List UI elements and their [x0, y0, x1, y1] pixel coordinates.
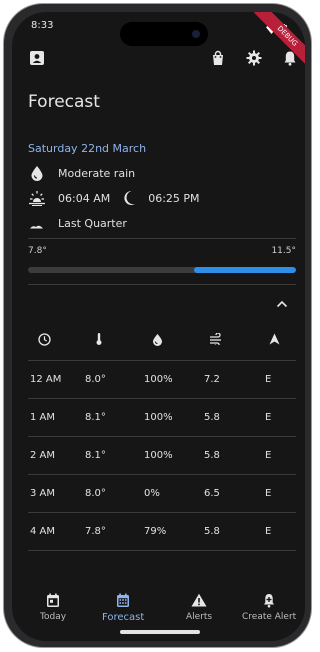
temperature-range-fill	[194, 267, 296, 273]
dynamic-island	[120, 22, 208, 46]
moon-phase-text: Last Quarter	[58, 216, 127, 230]
condition-row: Moderate rain	[28, 164, 135, 182]
cell-time: 2 AM	[30, 450, 56, 461]
cell-precipitation: 100%	[144, 450, 173, 461]
cell-precipitation: 0%	[144, 488, 160, 499]
shopping-bag-icon[interactable]	[208, 48, 228, 68]
nav-label-create-alert: Create Alert	[242, 612, 297, 622]
cell-wind-speed: 5.8	[204, 526, 220, 537]
camera-icon	[192, 30, 200, 38]
nav-label-today: Today	[40, 612, 67, 622]
table-row: 1 AM 8.1° 100% 5.8 E	[28, 399, 296, 437]
sunrise-icon	[28, 189, 46, 207]
cell-wind-direction: E	[265, 488, 272, 499]
bell-plus-icon	[260, 591, 278, 609]
cell-wind-speed: 5.8	[204, 450, 220, 461]
cell-precipitation: 79%	[144, 526, 167, 537]
cell-time: 3 AM	[30, 488, 56, 499]
cell-wind-direction: E	[265, 450, 272, 461]
cell-wind-direction: E	[265, 526, 272, 537]
cell-temperature: 8.1°	[85, 412, 106, 423]
chevron-up-icon	[276, 293, 288, 312]
cell-wind-direction: E	[265, 412, 272, 423]
sun-row: 06:04 AM 06:25 PM	[28, 189, 200, 207]
status-time: 8:33	[31, 20, 54, 31]
summary-divider	[28, 238, 296, 239]
cell-time: 12 AM	[30, 374, 62, 385]
cell-temperature: 8.0°	[85, 488, 106, 499]
drop-icon	[150, 332, 164, 346]
condition-text: Moderate rain	[58, 166, 136, 180]
crescent-moon-icon	[120, 189, 138, 207]
gear-icon[interactable]	[244, 48, 264, 68]
nav-item-forecast[interactable]: Forecast	[102, 591, 144, 623]
forecast-date: Saturday 22nd March	[28, 142, 147, 155]
table-row: 12 AM 8.0° 100% 7.2 E	[28, 361, 296, 399]
temperature-max: 11.5°	[271, 246, 296, 256]
collapse-button[interactable]	[272, 292, 292, 312]
cell-wind-speed: 5.8	[204, 412, 220, 423]
nav-label-alerts: Alerts	[186, 612, 213, 622]
temperature-min: 7.8°	[28, 246, 47, 256]
range-divider	[28, 284, 296, 285]
cell-time: 4 AM	[30, 526, 56, 537]
direction-arrow-icon	[267, 332, 281, 346]
warning-icon	[190, 591, 208, 609]
cell-wind-direction: E	[265, 374, 272, 385]
app-bar	[12, 48, 305, 74]
clock-icon	[37, 332, 51, 346]
drop-icon	[28, 164, 46, 182]
thermometer-icon	[92, 332, 106, 346]
cell-temperature: 8.0°	[85, 374, 106, 385]
cell-precipitation: 100%	[144, 374, 173, 385]
table-row: 3 AM 8.0° 0% 6.5 E	[28, 475, 296, 513]
cell-precipitation: 100%	[144, 412, 173, 423]
sunrise-time: 06:04 AM	[58, 191, 111, 205]
nav-label-forecast: Forecast	[102, 612, 145, 623]
cell-time: 1 AM	[30, 412, 56, 423]
sunset-time: 06:25 PM	[148, 191, 200, 205]
cell-wind-speed: 6.5	[204, 488, 220, 499]
table-row: 4 AM 7.8° 79% 5.8 E	[28, 513, 296, 551]
nav-item-today[interactable]: Today	[40, 591, 66, 622]
cell-wind-speed: 7.2	[204, 374, 220, 385]
bottom-navigation: Today Forecast Alerts Create Alert	[12, 585, 305, 641]
contact-card-icon[interactable]	[27, 48, 47, 68]
home-indicator[interactable]	[120, 630, 200, 634]
wind-icon	[209, 332, 223, 346]
moon-phase-icon	[28, 214, 46, 232]
moon-phase-row: Last Quarter	[28, 214, 127, 232]
table-row: 2 AM 8.1° 100% 5.8 E	[28, 437, 296, 475]
cell-temperature: 8.1°	[85, 450, 106, 461]
page-title: Forecast	[28, 92, 100, 112]
hourly-table: 12 AM 8.0° 100% 7.2 E 1 AM 8.1° 100% 5.8 E 2 AM 8.1…	[28, 318, 296, 551]
bell-icon[interactable]	[280, 48, 300, 68]
nav-item-alerts[interactable]: Alerts	[186, 591, 212, 622]
calendar-day-icon	[44, 591, 62, 609]
status-bar: 8:33 DEBUG	[12, 12, 305, 70]
table-header	[28, 318, 296, 361]
table-body: 12 AM 8.0° 100% 7.2 E 1 AM 8.1° 100% 5.8 E 2 AM 8.1…	[28, 361, 296, 551]
app-screen: 8:33 DEBUG Forecast Saturday 22nd March …	[12, 12, 305, 641]
calendar-grid-icon	[114, 591, 132, 609]
nav-item-create-alert[interactable]: Create Alert	[242, 591, 296, 622]
temperature-range-bar	[28, 267, 296, 273]
cell-temperature: 7.8°	[85, 526, 106, 537]
phone-frame: 8:33 DEBUG Forecast Saturday 22nd March …	[3, 3, 312, 648]
